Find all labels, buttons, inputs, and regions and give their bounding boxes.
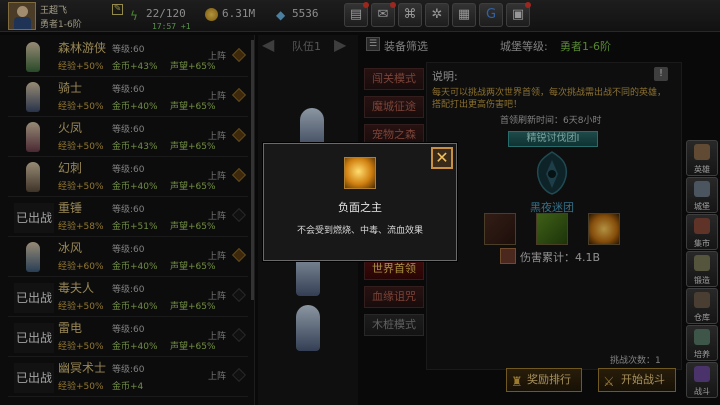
skill-description: 不会受到燃烧、中毒、流血效果	[296, 226, 423, 236]
close-icon[interactable]: ✕	[431, 147, 453, 169]
skill-icon	[344, 157, 376, 189]
skill-title: 负面之主	[338, 201, 382, 214]
